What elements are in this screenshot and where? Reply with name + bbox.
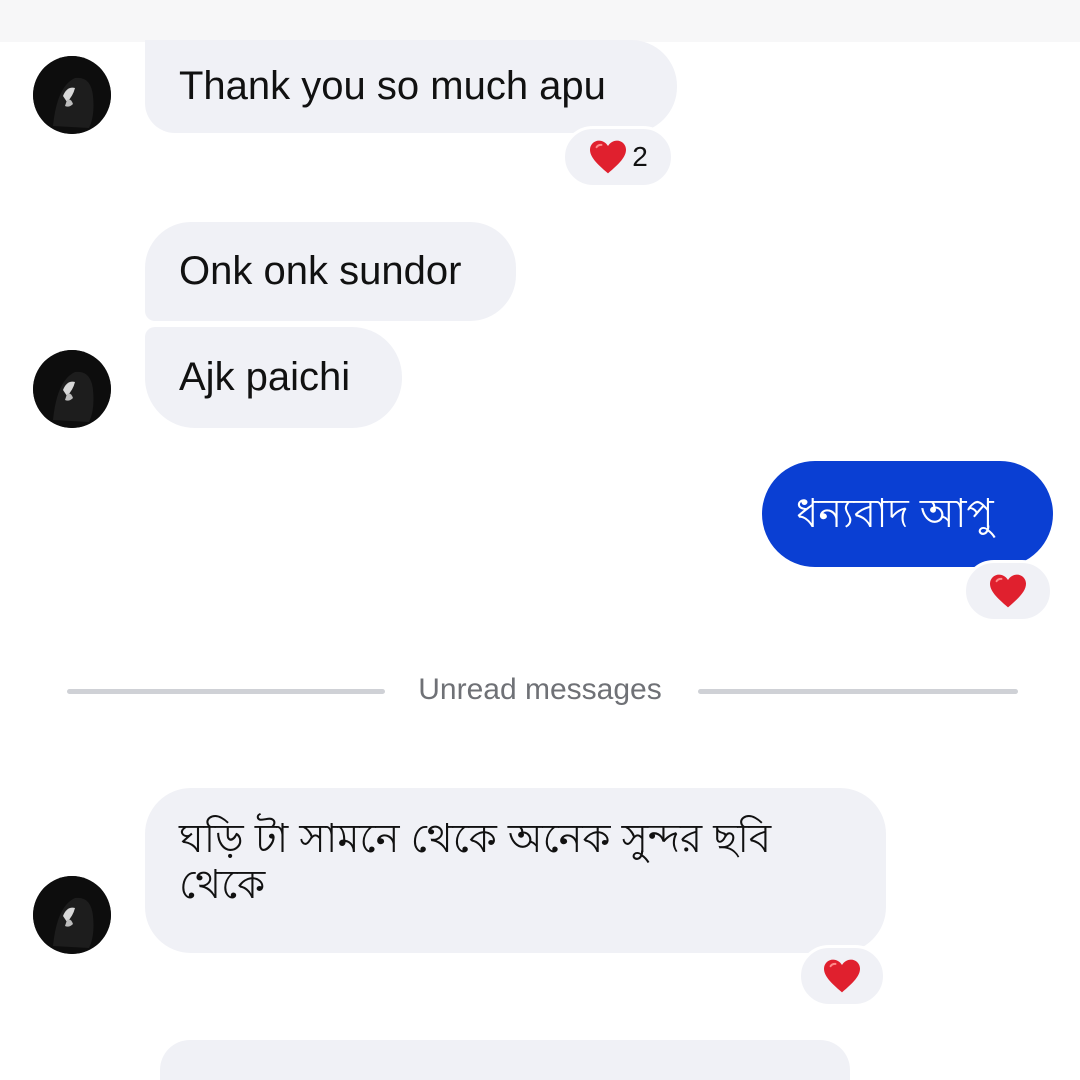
user-avatar-icon bbox=[33, 876, 111, 954]
reaction-count: 2 bbox=[632, 141, 648, 172]
message-bubble[interactable]: Thank you so much apu bbox=[145, 40, 677, 133]
message-reaction[interactable]: 2 bbox=[562, 126, 674, 188]
avatar[interactable] bbox=[33, 350, 111, 428]
unread-divider-label: Unread messages bbox=[418, 673, 662, 706]
heart-icon bbox=[590, 140, 627, 174]
divider-line bbox=[698, 689, 1018, 694]
message-bubble[interactable]: Ajk paichi bbox=[145, 327, 402, 428]
avatar[interactable] bbox=[33, 56, 111, 134]
message-bubble[interactable]: Onk onk sundor bbox=[145, 222, 516, 321]
heart-icon bbox=[824, 959, 860, 993]
divider-line bbox=[67, 689, 385, 694]
heart-icon bbox=[990, 574, 1026, 608]
message-reaction[interactable] bbox=[798, 945, 886, 1007]
message-bubble-partial[interactable] bbox=[160, 1040, 850, 1080]
avatar[interactable] bbox=[33, 876, 111, 954]
message-bubble[interactable]: ঘড়ি টা সামনে থেকে অনেক সুন্দর ছবি থেকে bbox=[145, 788, 886, 953]
message-reaction[interactable] bbox=[963, 560, 1053, 622]
top-bar bbox=[0, 0, 1080, 42]
user-avatar-icon bbox=[33, 350, 111, 428]
sent-message-bubble[interactable]: ধন্যবাদ আপু bbox=[762, 461, 1053, 567]
user-avatar-icon bbox=[33, 56, 111, 134]
